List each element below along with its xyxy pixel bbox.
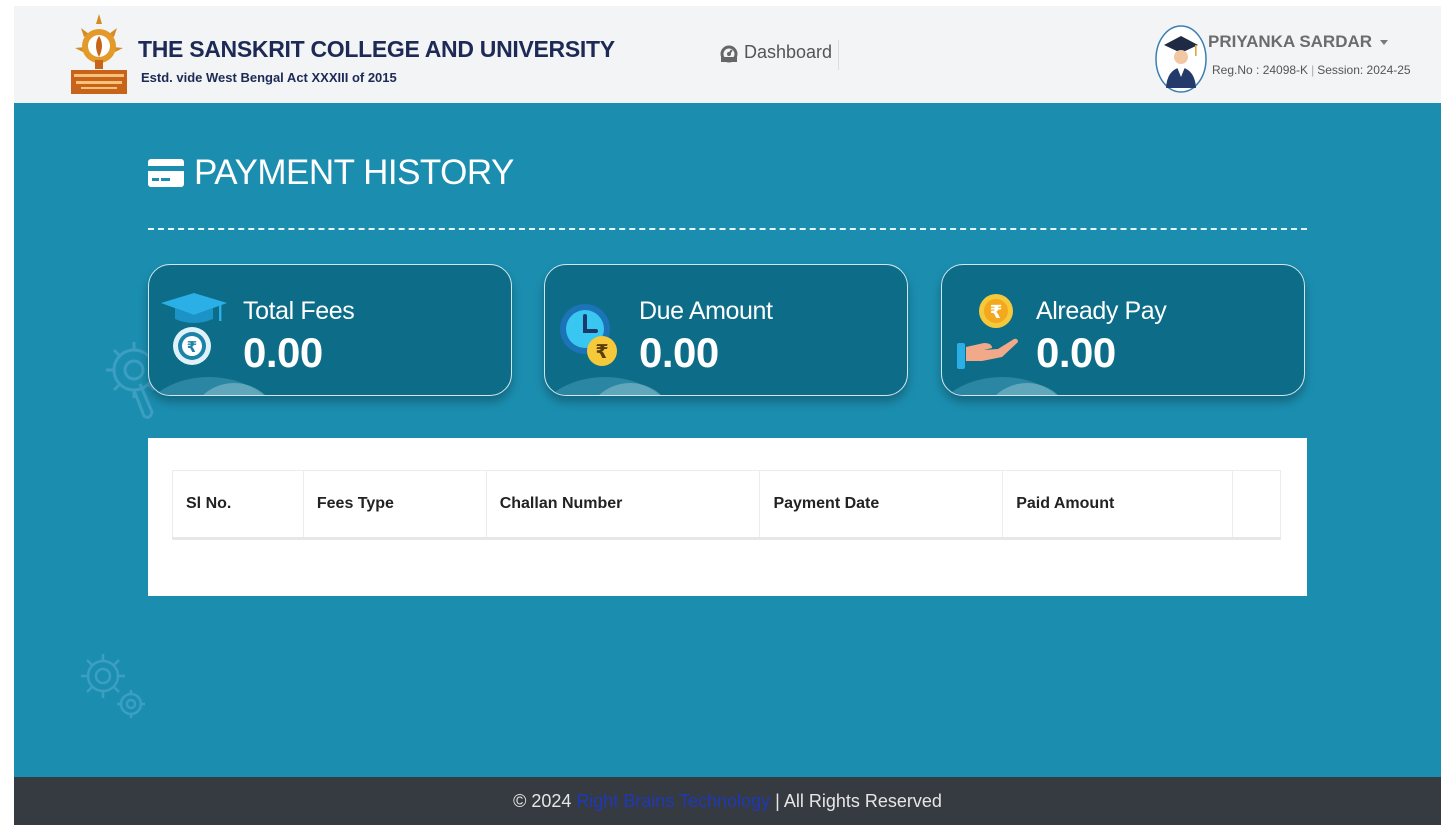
top-header: THE SANSKRIT COLLEGE AND UNIVERSITY Estd… [14,6,1441,103]
user-menu-toggle[interactable]: PRIYANKA SARDAR [1208,32,1389,52]
nav-dashboard-link[interactable]: Dashboard [719,42,832,63]
column-header-challan-number[interactable]: Challan Number [486,470,761,540]
user-avatar[interactable] [1154,24,1208,94]
user-meta: Reg.No : 24098-K | Session: 2024-25 [1212,63,1411,77]
footer-copyright: © 2024 [513,790,572,811]
card-due-amount: ₹ Due Amount 0.00 [544,264,908,396]
hand-rupee-icon: ₹ [957,294,1018,369]
college-logo[interactable] [69,12,129,98]
footer-rights: | All Rights Reserved [775,790,942,811]
credit-card-icon [148,159,184,187]
card-already-pay: ₹ Already Pay 0.00 [941,264,1305,396]
title-divider [148,228,1307,230]
page-footer: © 2024 Right Brains Technology | All Rig… [14,777,1441,825]
column-header-payment-date[interactable]: Payment Date [759,470,1004,540]
user-name: PRIYANKA SARDAR [1208,32,1373,51]
college-name: THE SANSKRIT COLLEGE AND UNIVERSITY [138,36,615,62]
graduation-cap-rupee-icon: ₹ [161,293,227,365]
column-header-sl-no[interactable]: Sl No. [172,470,304,540]
user-reg-no: Reg.No : 24098-K [1212,63,1309,77]
column-header-paid-amount[interactable]: Paid Amount [1002,470,1233,540]
gears-decoration-icon [81,654,145,718]
card-value: 0.00 [1036,329,1116,376]
footer-brand-link[interactable]: Right Brains Technology [576,791,770,812]
svg-text:₹: ₹ [990,302,1003,323]
svg-text:₹: ₹ [595,341,608,363]
payment-table-panel: Sl No. Fees Type Challan Number Payment … [148,438,1307,596]
app-frame: THE SANSKRIT COLLEGE AND UNIVERSITY Estd… [14,6,1441,825]
college-subtitle: Estd. vide West Bengal Act XXXIII of 201… [141,70,397,85]
card-label: Total Fees [243,297,355,325]
card-label: Already Pay [1036,297,1167,325]
meta-divider: | [1311,63,1315,77]
nav-dashboard-label: Dashboard [744,42,833,62]
nav-divider [838,40,839,70]
page-title-text: PAYMENT HISTORY [194,153,514,192]
user-session: Session: 2024-25 [1317,63,1411,77]
column-header-action [1232,470,1281,540]
svg-text:₹: ₹ [187,338,197,356]
card-label: Due Amount [639,297,773,325]
clock-rupee-icon: ₹ [560,304,617,366]
column-header-fees-type[interactable]: Fees Type [303,470,487,540]
table-header-row: Sl No. Fees Type Challan Number Payment … [172,470,1281,540]
card-value: 0.00 [639,329,719,376]
caret-down-icon [1380,39,1389,45]
page-title: PAYMENT HISTORY [147,153,514,193]
card-value: 0.00 [243,329,323,376]
dashboard-gauge-icon [720,45,738,62]
card-total-fees: ₹ Total Fees 0.00 [148,264,512,396]
payment-history-table: Sl No. Fees Type Challan Number Payment … [172,470,1281,540]
